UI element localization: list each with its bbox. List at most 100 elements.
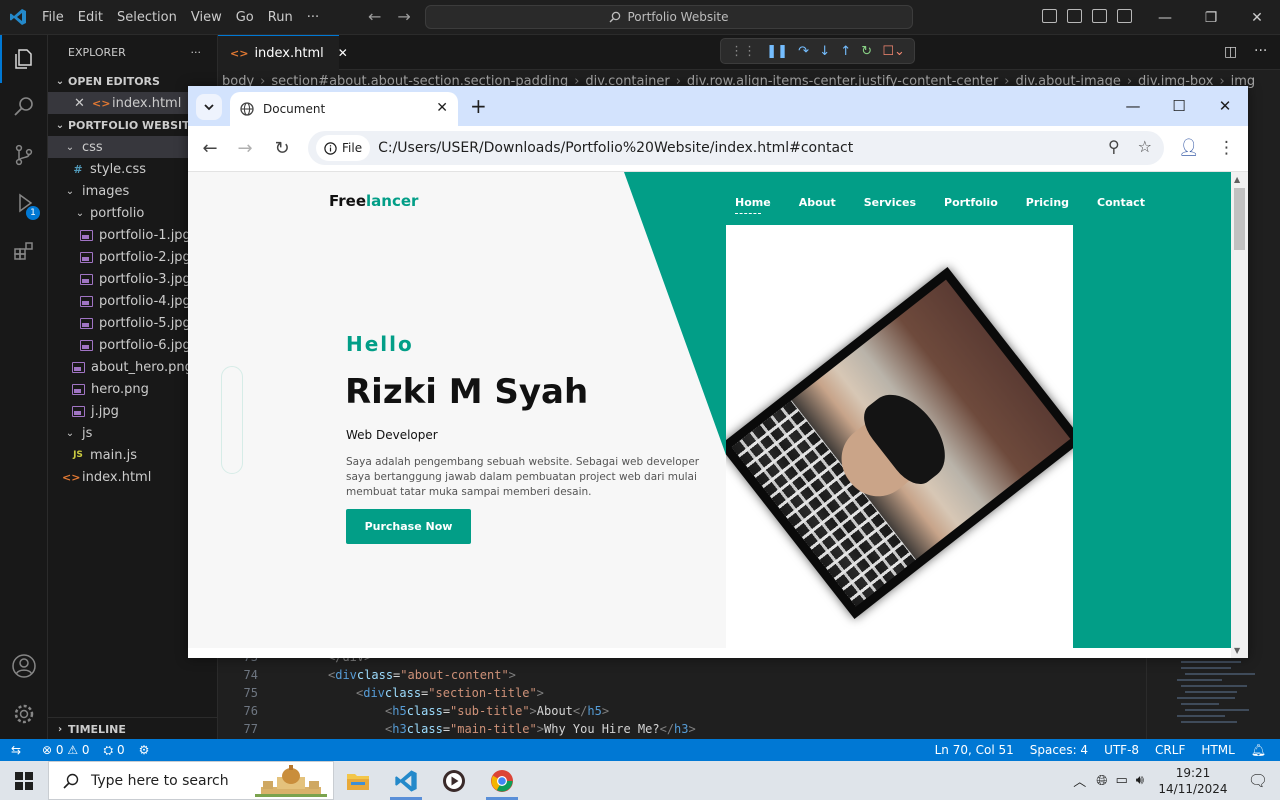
manage-gear-icon[interactable] <box>0 690 48 738</box>
menu-go[interactable]: Go <box>229 10 261 25</box>
address-bar[interactable]: File C:/Users/USER/Downloads/Portfolio%2… <box>308 131 1164 165</box>
accounts-icon[interactable] <box>0 642 48 690</box>
profile-avatar-icon[interactable]: 👤︎ <box>1178 138 1200 158</box>
windows-start-icon[interactable] <box>0 761 48 800</box>
menu-selection[interactable]: Selection <box>110 10 184 25</box>
close-icon[interactable]: ✕ <box>1234 0 1280 35</box>
forward-arrow-icon[interactable]: → <box>233 136 257 160</box>
step-out-icon[interactable]: ↑ <box>840 44 851 59</box>
toggle-panel-icon[interactable] <box>1067 9 1082 23</box>
code-line: 77 < h3 class = " main-title " > Why You Hire Me… <box>218 720 696 738</box>
debug-badge: 1 <box>26 206 40 220</box>
language-globe-icon[interactable]: 🌐︎ <box>1096 773 1107 789</box>
battery-icon[interactable]: ▭ <box>1116 773 1128 788</box>
extensions-icon[interactable] <box>0 227 48 275</box>
tray-overflow-icon[interactable]: ︿ <box>1073 771 1086 790</box>
scroll-up-arrow-icon[interactable]: ▲ <box>1234 175 1240 184</box>
clock[interactable]: 19:21 14/11/2024 <box>1150 765 1236 797</box>
nav-pricing[interactable]: Pricing <box>1026 196 1069 209</box>
toggle-primary-sidebar-icon[interactable] <box>1042 9 1057 23</box>
end-of-line[interactable]: CRLF <box>1155 743 1185 757</box>
ports-count: 0 <box>116 742 125 757</box>
scroll-down-arrow-icon[interactable]: ▼ <box>1234 646 1240 655</box>
indentation[interactable]: Spaces: 4 <box>1030 743 1088 757</box>
forward-arrow-icon[interactable]: → <box>397 7 410 26</box>
cursor-position[interactable]: Ln 70, Col 51 <box>935 743 1014 757</box>
restore-icon[interactable]: ❐ <box>1188 0 1234 35</box>
step-over-icon[interactable]: ↷ <box>798 44 809 59</box>
site-info-chip[interactable]: File <box>316 135 371 161</box>
nav-contact[interactable]: Contact <box>1097 196 1145 209</box>
media-player-icon[interactable] <box>430 761 478 800</box>
close-tab-icon[interactable]: ✕ <box>436 100 448 116</box>
more-actions-icon[interactable]: ··· <box>191 46 202 59</box>
close-icon[interactable]: ✕ <box>1202 86 1248 126</box>
open-editor-label: index.html <box>112 95 182 111</box>
minimize-icon[interactable]: — <box>1142 0 1188 35</box>
history-nav: ← → <box>368 7 411 26</box>
ports-status[interactable]: ⛭ 0 <box>104 743 125 758</box>
run-debug-icon[interactable]: 1 <box>0 179 48 227</box>
purchase-now-button[interactable]: Purchase Now <box>346 509 471 544</box>
zoom-icon[interactable]: ⚲ <box>1108 137 1120 156</box>
windows-taskbar: Type here to search ︿ 🌐︎ ▭ 🔊︎ 19:21 14/1… <box>0 761 1280 800</box>
problems-status[interactable]: ⊗ 0 ⚠ 0 <box>42 743 90 757</box>
vscode-taskbar-icon[interactable] <box>382 761 430 800</box>
bookmark-star-icon[interactable]: ☆ <box>1138 137 1152 156</box>
menu-file[interactable]: File <box>35 10 71 25</box>
encoding[interactable]: UTF-8 <box>1104 743 1139 757</box>
drag-handle-icon[interactable]: ⋮⋮ <box>730 44 756 59</box>
split-editor-icon[interactable]: ◫ <box>1224 44 1237 60</box>
explorer-icon[interactable] <box>0 35 48 83</box>
chevron-down-icon: ⌄ <box>65 141 75 153</box>
menu-run[interactable]: Run <box>261 10 300 25</box>
nav-home[interactable]: Home <box>735 196 771 214</box>
language-mode[interactable]: HTML <box>1201 743 1234 757</box>
menu-edit[interactable]: Edit <box>71 10 110 25</box>
site-logo[interactable]: Freelancer <box>329 192 418 210</box>
pause-icon[interactable]: ❚❚ <box>766 44 788 59</box>
back-arrow-icon[interactable]: ← <box>198 136 222 160</box>
nav-services[interactable]: Services <box>864 196 916 209</box>
editor-more-icon[interactable]: ··· <box>1254 43 1267 59</box>
nav-about[interactable]: About <box>799 196 836 209</box>
close-editor-icon[interactable]: ✕ <box>74 96 92 111</box>
toggle-secondary-sidebar-icon[interactable] <box>1092 9 1107 23</box>
back-arrow-icon[interactable]: ← <box>368 7 381 26</box>
debug-launch-icon[interactable]: ⚙ <box>139 743 150 757</box>
scrollbar-thumb[interactable] <box>1234 188 1245 250</box>
code-line: 75 < div class = " section-title " > <box>218 684 544 702</box>
step-into-icon[interactable]: ↓ <box>819 44 830 59</box>
taskbar-search[interactable]: Type here to search <box>48 761 334 800</box>
chrome-toolbar: ← → ↻ File C:/Users/USER/Downloads/Portf… <box>188 126 1248 172</box>
notifications-bell-icon[interactable]: 🔔︎ <box>1251 743 1266 757</box>
source-control-icon[interactable] <box>0 131 48 179</box>
chrome-tab-document[interactable]: Document ✕ <box>230 92 458 126</box>
editor-tabs: <> index.html ✕ ⋮⋮ ❚❚ ↷ ↓ ↑ ↻ ☐⌄ ◫ ··· <box>218 35 1280 70</box>
maximize-icon[interactable]: ☐ <box>1156 86 1202 126</box>
notification-center-icon[interactable]: 🗨︎ <box>1236 771 1280 790</box>
customize-layout-icon[interactable] <box>1117 9 1132 23</box>
chrome-menu-icon[interactable]: ⋮ <box>1218 138 1235 158</box>
reload-icon[interactable]: ↻ <box>270 136 294 160</box>
menu-more[interactable]: ··· <box>300 10 326 25</box>
nav-portfolio[interactable]: Portfolio <box>944 196 998 209</box>
restart-icon[interactable]: ↻ <box>861 44 872 59</box>
minimize-icon[interactable]: — <box>1110 86 1156 126</box>
new-tab-plus-icon[interactable]: + <box>470 94 487 118</box>
timeline-section[interactable]: › TIMELINE <box>48 717 218 739</box>
editor-tab-index[interactable]: <> index.html ✕ <box>218 35 348 70</box>
search-activity-icon[interactable] <box>0 83 48 131</box>
page-scrollbar[interactable]: ▲ ▼ <box>1231 172 1248 658</box>
timeline-title: TIMELINE <box>68 722 126 736</box>
chrome-taskbar-icon[interactable] <box>478 761 526 800</box>
stop-icon[interactable]: ☐⌄ <box>882 44 905 59</box>
tab-search-chevron-icon[interactable] <box>196 94 222 120</box>
menu-view[interactable]: View <box>184 10 229 25</box>
volume-icon[interactable]: 🔊︎ <box>1136 773 1144 788</box>
close-tab-icon[interactable]: ✕ <box>338 46 348 60</box>
remote-icon[interactable]: ⇆ <box>0 739 32 761</box>
command-center-search[interactable]: Portfolio Website <box>425 5 913 29</box>
explorer-header: EXPLORER ··· <box>48 35 217 70</box>
file-explorer-icon[interactable] <box>334 761 382 800</box>
